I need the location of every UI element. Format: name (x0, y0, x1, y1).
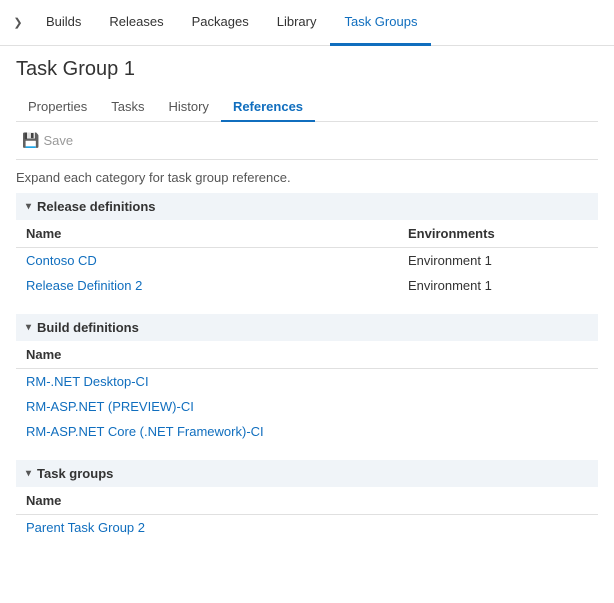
sub-tab-properties[interactable]: Properties (16, 93, 99, 122)
chevron-icon: ▾ (26, 322, 31, 333)
row-name: Contoso CD (16, 248, 398, 274)
toolbar: 💾 Save (16, 122, 598, 160)
row-link[interactable]: Contoso CD (26, 253, 97, 268)
section-header-build-definitions[interactable]: ▾ Build definitions (16, 314, 598, 341)
table-row: RM-ASP.NET (PREVIEW)-CI (16, 394, 598, 419)
row-link[interactable]: Parent Task Group 2 (26, 520, 145, 535)
save-label: Save (43, 133, 73, 148)
row-name: RM-ASP.NET (PREVIEW)-CI (16, 394, 598, 419)
sub-tab-references[interactable]: References (221, 93, 315, 122)
row-name: RM-.NET Desktop-CI (16, 369, 598, 395)
section-task-groups: ▾ Task groups Name Parent Task Group 2 (16, 460, 598, 540)
table-row: RM-ASP.NET Core (.NET Framework)-CI (16, 419, 598, 444)
info-text: Expand each category for task group refe… (16, 160, 598, 193)
col-header-name: Name (16, 220, 398, 248)
section-build-definitions: ▾ Build definitions Name RM-.NET Desktop-CI… (16, 314, 598, 444)
col-header-environments: Environments (398, 220, 598, 248)
row-name: Parent Task Group 2 (16, 515, 598, 541)
section-title: Release definitions (37, 199, 155, 214)
sub-tab-tasks[interactable]: Tasks (99, 93, 156, 122)
section-table-build-definitions: Name RM-.NET Desktop-CI RM-ASP.NET (PREVIE… (16, 341, 598, 444)
table-row: Parent Task Group 2 (16, 515, 598, 541)
top-nav: ❯ BuildsReleasesPackagesLibraryTask Grou… (0, 0, 614, 46)
table-row: Contoso CD Environment 1 (16, 248, 598, 274)
row-environment: Environment 1 (398, 273, 598, 298)
section-title: Build definitions (37, 320, 139, 335)
row-link[interactable]: Release Definition 2 (26, 278, 142, 293)
nav-item-builds[interactable]: Builds (32, 0, 95, 46)
section-table-task-groups: Name Parent Task Group 2 (16, 487, 598, 540)
page-title: Task Group 1 (16, 58, 598, 81)
nav-item-task-groups[interactable]: Task Groups (330, 0, 431, 46)
chevron-icon: ▾ (26, 468, 31, 479)
sections-container: ▾Release definitionsNameEnvironmentsCont… (16, 193, 598, 540)
nav-item-releases[interactable]: Releases (95, 0, 177, 46)
section-header-release-definitions[interactable]: ▾ Release definitions (16, 193, 598, 220)
table-row: Release Definition 2 Environment 1 (16, 273, 598, 298)
section-table-release-definitions: NameEnvironmentsContoso CDEnvironment 1R… (16, 220, 598, 298)
section-release-definitions: ▾Release definitionsNameEnvironmentsCont… (16, 193, 598, 298)
row-link[interactable]: RM-ASP.NET Core (.NET Framework)-CI (26, 424, 264, 439)
row-environment: Environment 1 (398, 248, 598, 274)
save-icon: 💾 (22, 132, 39, 149)
sub-tabs: PropertiesTasksHistoryReferences (16, 93, 598, 122)
chevron-icon: ▾ (26, 201, 31, 212)
sidebar-toggle[interactable]: ❯ (8, 0, 28, 46)
main-content: Task Group 1 PropertiesTasksHistoryRefer… (0, 46, 614, 568)
table-row: RM-.NET Desktop-CI (16, 369, 598, 395)
col-header-name: Name (16, 487, 598, 515)
sub-tab-history[interactable]: History (156, 93, 220, 122)
toggle-icon: ❯ (13, 16, 22, 29)
row-link[interactable]: RM-.NET Desktop-CI (26, 374, 149, 389)
row-link[interactable]: RM-ASP.NET (PREVIEW)-CI (26, 399, 194, 414)
col-header-name: Name (16, 341, 598, 369)
row-name: RM-ASP.NET Core (.NET Framework)-CI (16, 419, 598, 444)
save-button[interactable]: 💾 Save (16, 130, 79, 151)
nav-item-packages[interactable]: Packages (178, 0, 263, 46)
nav-item-library[interactable]: Library (263, 0, 331, 46)
row-name: Release Definition 2 (16, 273, 398, 298)
section-header-task-groups[interactable]: ▾ Task groups (16, 460, 598, 487)
section-title: Task groups (37, 466, 113, 481)
